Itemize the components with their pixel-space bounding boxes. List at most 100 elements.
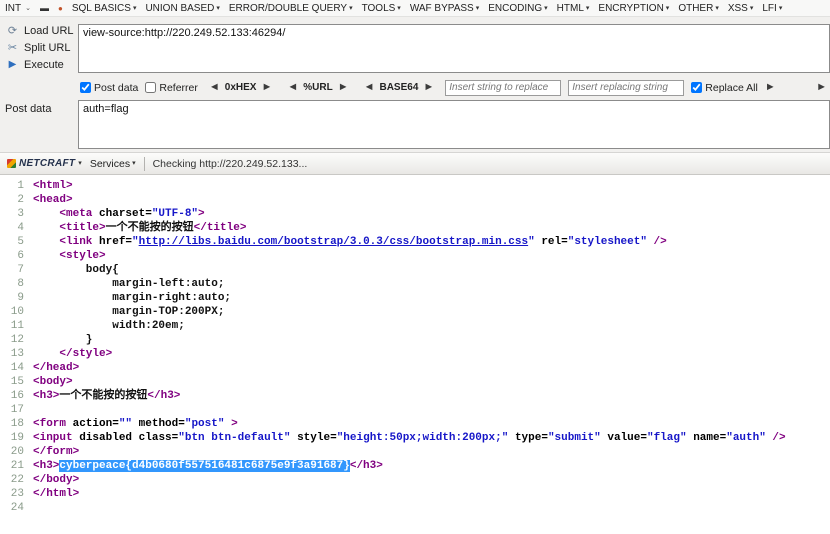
menubar-item-waf-bypass[interactable]: WAF BYPASS ▾ [410,3,479,14]
status-dot-icon[interactable]: ● [58,4,63,13]
code-tag: </html> [33,488,80,500]
netcraft-services-menu[interactable]: Services ▾ [90,158,136,170]
post-data-checkbox[interactable] [80,82,91,93]
code-text: margin-right:auto; [33,292,232,304]
referrer-checkbox[interactable] [145,82,157,93]
menubar-items: SQL BASICS ▾ UNION BASED ▾ ERROR/DOUBLE QUER… [72,3,783,14]
code-tag: </body> [33,474,80,486]
menubar-item-tools[interactable]: TOOLS ▾ [362,3,401,14]
menubar-item-lfi[interactable]: LFI ▾ [762,3,782,14]
split-url-button[interactable]: ✂ Split URL [4,41,76,55]
source-line-code: margin-TOP:200PX; [33,305,224,319]
source-line-code: <title>一个不能按的按钮</title> [33,221,246,235]
menubar-item-other[interactable]: OTHER ▾ [678,3,719,14]
code-tag: <body> [33,376,73,388]
code-attribute: action= [72,418,119,430]
encoder-0xhex: ◄ 0xHEX ► [209,82,272,94]
execute-label: Execute [24,59,64,71]
post-data-toggle[interactable]: Post data [80,82,138,94]
menubar-item-xss[interactable]: XSS ▾ [728,3,754,14]
menubar-item-html[interactable]: HTML ▾ [557,3,590,14]
code-tag: /> [646,236,667,248]
hex-decode-arrow-icon[interactable]: ◄ [209,82,220,93]
source-line: 10 margin-TOP:200PX; [0,305,830,319]
code-tag: <link [59,236,100,248]
source-line-code: </body> [33,473,79,487]
menubar: INT ⌄ ▬ ● SQL BASICS ▾ UNION BASED ▾ ERROR/D… [0,0,830,17]
source-line-code: <html> [33,179,73,193]
base64-encoder-label: BASE64 [379,82,419,93]
code-tag: <input [33,432,80,444]
replace-all-checkbox[interactable] [691,82,703,93]
menubar-item-label: WAF BYPASS [409,2,474,14]
url-decode-arrow-icon[interactable]: ◄ [287,82,298,93]
code-attribute: disabled [79,432,139,444]
load-url-button[interactable]: ⟳ Load URL [4,24,76,38]
line-number: 13 [10,348,24,360]
chevron-down-icon: ▾ [397,4,401,12]
source-line-code: <meta charset="UTF-8"> [33,207,204,221]
menubar-item-encoding[interactable]: ENCODING ▾ [488,3,547,14]
menubar-item-label: HTML [556,2,584,14]
source-line-code: </form> [33,445,79,459]
url-input[interactable]: view-source:http://220.249.52.133:46294/ [78,24,830,73]
encoder-url: ◄ %URL ► [287,82,349,94]
hex-encode-arrow-icon[interactable]: ► [261,82,272,93]
source-line-code: <form action="" method="post" > [33,417,238,431]
code-tag: <html> [33,180,73,192]
source-line-code: <h3>一个不能按的按钮</h3> [33,389,180,403]
code-tag: <h3> [33,390,60,402]
source-line: 9 margin-right:auto; [0,291,830,305]
code-text: body{ [33,264,119,276]
line-number: 19 [10,432,24,444]
replace-to-input[interactable] [568,79,685,96]
code-tag: </title> [193,222,247,234]
source-line-code: width:20em; [33,319,185,333]
code-attr-value: "btn btn-default" [178,432,291,444]
menubar-item-label: ERROR/DOUBLE QUERY [228,2,348,14]
encoder-base64: ◄ BASE64 ► [364,82,435,94]
menubar-item-union-based[interactable]: UNION BASED ▾ [145,3,219,14]
base64-decode-arrow-icon[interactable]: ◄ [364,82,375,93]
toolbar-divider [143,156,145,171]
code-attribute: href= [99,236,133,248]
line-number: 2 [17,194,24,206]
menubar-item-encryption[interactable]: ENCRYPTION ▾ [598,3,669,14]
source-line-code: margin-right:auto; [33,291,231,305]
source-line: 18 <form action="" method="post" > [0,417,830,431]
code-tag: <style> [59,250,106,262]
source-line: 19 <input disabled class="btn btn-default… [0,431,830,445]
netcraft-logo-text: NETCRAFT [19,158,76,169]
post-data-area: auth=flag [78,100,830,149]
post-data-input[interactable]: auth=flag [78,100,830,149]
source-line: 4 <title>一个不能按的按钮</title> [0,221,830,235]
menubar-item-label: SQL BASICS [71,2,131,14]
replace-all-toggle[interactable]: Replace All [691,82,758,94]
referrer-checkbox-label: Referrer [159,81,198,94]
options-more-arrow-icon[interactable]: ► [816,82,827,93]
menubar-item-sql-basics[interactable]: SQL BASICS ▾ [72,3,137,14]
menubar-item-error-double-query[interactable]: ERROR/DOUBLE QUERY ▾ [229,3,353,14]
url-area: view-source:http://220.249.52.133:46294/ [78,24,830,73]
code-tag: <title> [59,222,106,234]
line-number: 23 [10,488,24,500]
int-menu[interactable]: INT ⌄ [5,3,31,14]
replace-apply-arrow-icon[interactable]: ► [765,82,776,93]
referrer-toggle[interactable]: Referrer [145,82,198,94]
menubar-item-label: LFI [762,2,777,14]
replace-from-input[interactable] [445,79,562,96]
source-link[interactable]: http://libs.baidu.com/bootstrap/3.0.3/cs… [139,236,528,248]
code-text: margin-TOP:200PX; [33,306,225,318]
netcraft-logo[interactable]: NETCRAFT ▾ [7,158,82,169]
url-encode-arrow-icon[interactable]: ► [338,82,349,93]
source-line: 3 <meta charset="UTF-8"> [0,207,830,221]
line-number: 15 [10,376,24,388]
code-text: width:20em; [33,320,185,332]
execute-button[interactable]: ▶ Execute [4,58,76,72]
view-source-panel: 1 <html> 2 <head> 3 <meta charset="UTF-8"> 4 … [0,175,830,532]
base64-encode-arrow-icon[interactable]: ► [423,82,434,93]
source-line: 24 [0,501,830,515]
dash-icon[interactable]: ▬ [40,3,49,13]
